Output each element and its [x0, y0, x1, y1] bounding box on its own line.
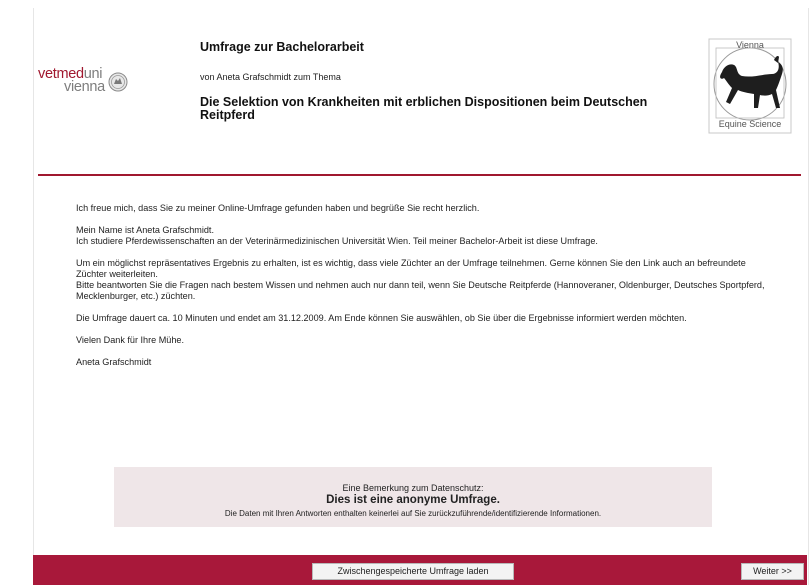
greeting-text: Ich freue mich, dass Sie zu meiner Onlin…: [76, 203, 480, 213]
next-button[interactable]: Weiter >>: [741, 563, 804, 580]
logo-vienna-text: vienna: [64, 79, 105, 95]
header-divider: [38, 174, 801, 176]
privacy-label: Eine Bemerkung zum Datenschutz:: [342, 483, 484, 493]
privacy-headline: Dies ist eine anonyme Umfrage.: [326, 494, 500, 506]
logo-vienna-label: Vienna: [736, 40, 764, 50]
load-saved-survey-button[interactable]: Zwischengespeicherte Umfrage laden: [312, 563, 514, 580]
survey-title: Umfrage zur Bachelorarbeit: [200, 40, 364, 54]
intro-name-text: Mein Name ist Aneta Grafschmidt.: [76, 225, 214, 235]
university-seal-icon: [108, 72, 128, 92]
signature-text: Aneta Grafschmidt: [76, 357, 152, 367]
logo-equine-science-label: Equine Science: [718, 119, 782, 129]
equine-science-logo: Vienna Equine Science: [708, 38, 792, 134]
privacy-notice: Eine Bemerkung zum Datenschutz: Dies ist…: [114, 467, 712, 527]
privacy-detail: Die Daten mit Ihren Antworten enthalten …: [224, 509, 602, 518]
instructions-text: Bitte beantworten Sie die Fragen nach be…: [76, 280, 765, 301]
thanks-text: Vielen Dank für Ihre Mühe.: [76, 335, 185, 345]
vetmeduni-logo: vetmeduni vienna: [38, 67, 128, 95]
duration-text: Die Umfrage dauert ca. 10 Minuten und en…: [76, 313, 687, 323]
survey-topic: Die Selektion von Krankheiten mit erblic…: [200, 95, 648, 122]
purpose-text: Um ein möglichst repräsentatives Ergebni…: [76, 258, 746, 279]
survey-subtitle: von Aneta Grafschmidt zum Thema: [200, 72, 341, 82]
intro-text: Ich freue mich, dass Sie zu meiner Onlin…: [76, 203, 776, 368]
intro-study-text: Ich studiere Pferdewissenschaften an der…: [76, 236, 598, 246]
